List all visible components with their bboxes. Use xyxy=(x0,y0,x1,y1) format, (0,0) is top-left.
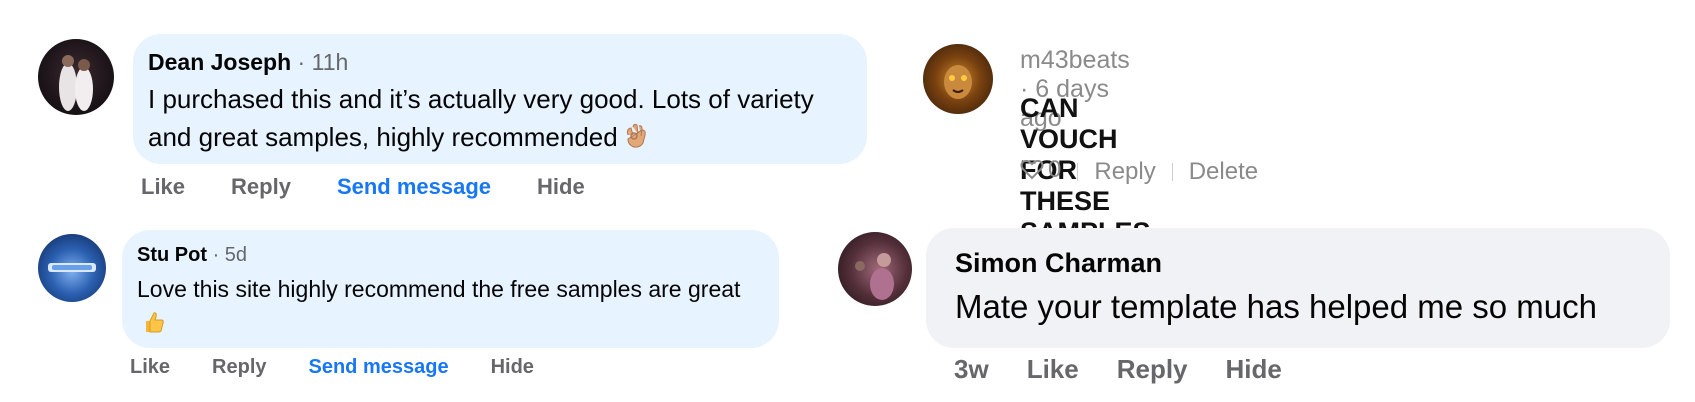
comment-text: Mate your template has helped me so much xyxy=(955,288,1598,325)
hide-button[interactable]: Hide xyxy=(537,174,585,200)
comment-actions: 0 Reply Delete xyxy=(1020,156,1258,187)
like-button[interactable]: Like xyxy=(130,356,170,379)
ok-hand-emoji-icon xyxy=(624,121,648,159)
comment-text: I purchased this and it’s actually very … xyxy=(148,80,848,159)
hide-button[interactable]: Hide xyxy=(1226,354,1282,385)
timestamp[interactable]: 11h xyxy=(312,49,349,75)
author-name[interactable]: Stu Pot xyxy=(137,244,207,266)
comment-body: I purchased this and it’s actually very … xyxy=(148,84,814,152)
like-button[interactable]: 0 xyxy=(1020,156,1061,187)
reply-button[interactable]: Reply xyxy=(231,174,291,200)
comment-actions: Like Reply Send message Hide xyxy=(141,174,631,200)
author-name[interactable]: Simon Charman xyxy=(955,248,1162,278)
reply-button[interactable]: Reply xyxy=(1117,354,1188,385)
hide-button[interactable]: Hide xyxy=(491,356,534,379)
separator: · xyxy=(212,244,220,266)
author-name[interactable]: Dean Joseph xyxy=(148,49,291,75)
like-button[interactable]: Like xyxy=(141,174,185,200)
author-name[interactable]: m43beats xyxy=(1020,46,1130,74)
delete-button[interactable]: Delete xyxy=(1189,158,1258,186)
comment-text: Love this site highly recommend the free… xyxy=(137,272,767,343)
send-message-button[interactable]: Send message xyxy=(309,356,449,379)
reply-button[interactable]: Reply xyxy=(1094,158,1155,186)
heart-icon xyxy=(1020,158,1044,187)
timestamp[interactable]: 5d xyxy=(225,244,247,266)
avatar[interactable] xyxy=(38,39,114,115)
comment-actions: Like Reply Send message Hide xyxy=(130,356,576,379)
comment-body: Love this site highly recommend the free… xyxy=(137,276,741,302)
timestamp[interactable]: 3w xyxy=(954,354,989,385)
comment-bubble: Stu Pot · 5d Love this site highly recom… xyxy=(122,230,779,348)
comment-bubble: Dean Joseph · 11h I purchased this and i… xyxy=(133,34,867,164)
comment-bubble: Simon Charman Mate your template has hel… xyxy=(926,228,1670,348)
avatar-photo-icon xyxy=(855,253,894,300)
avatar[interactable] xyxy=(838,232,912,306)
avatar-photo-icon xyxy=(59,55,93,111)
like-count: 0 xyxy=(1048,156,1062,183)
avatar[interactable] xyxy=(923,44,993,114)
divider xyxy=(1171,162,1173,181)
avatar[interactable] xyxy=(38,234,106,302)
avatar-logo-icon xyxy=(48,263,96,272)
like-button[interactable]: Like xyxy=(1027,354,1079,385)
separator: · xyxy=(297,49,306,75)
send-message-button[interactable]: Send message xyxy=(337,174,491,200)
reply-button[interactable]: Reply xyxy=(212,356,266,379)
lion-avatar-icon xyxy=(944,65,972,99)
thumbs-up-emoji-icon xyxy=(143,309,165,343)
divider xyxy=(1077,162,1079,181)
comment-actions: 3w Like Reply Hide xyxy=(954,354,1320,385)
